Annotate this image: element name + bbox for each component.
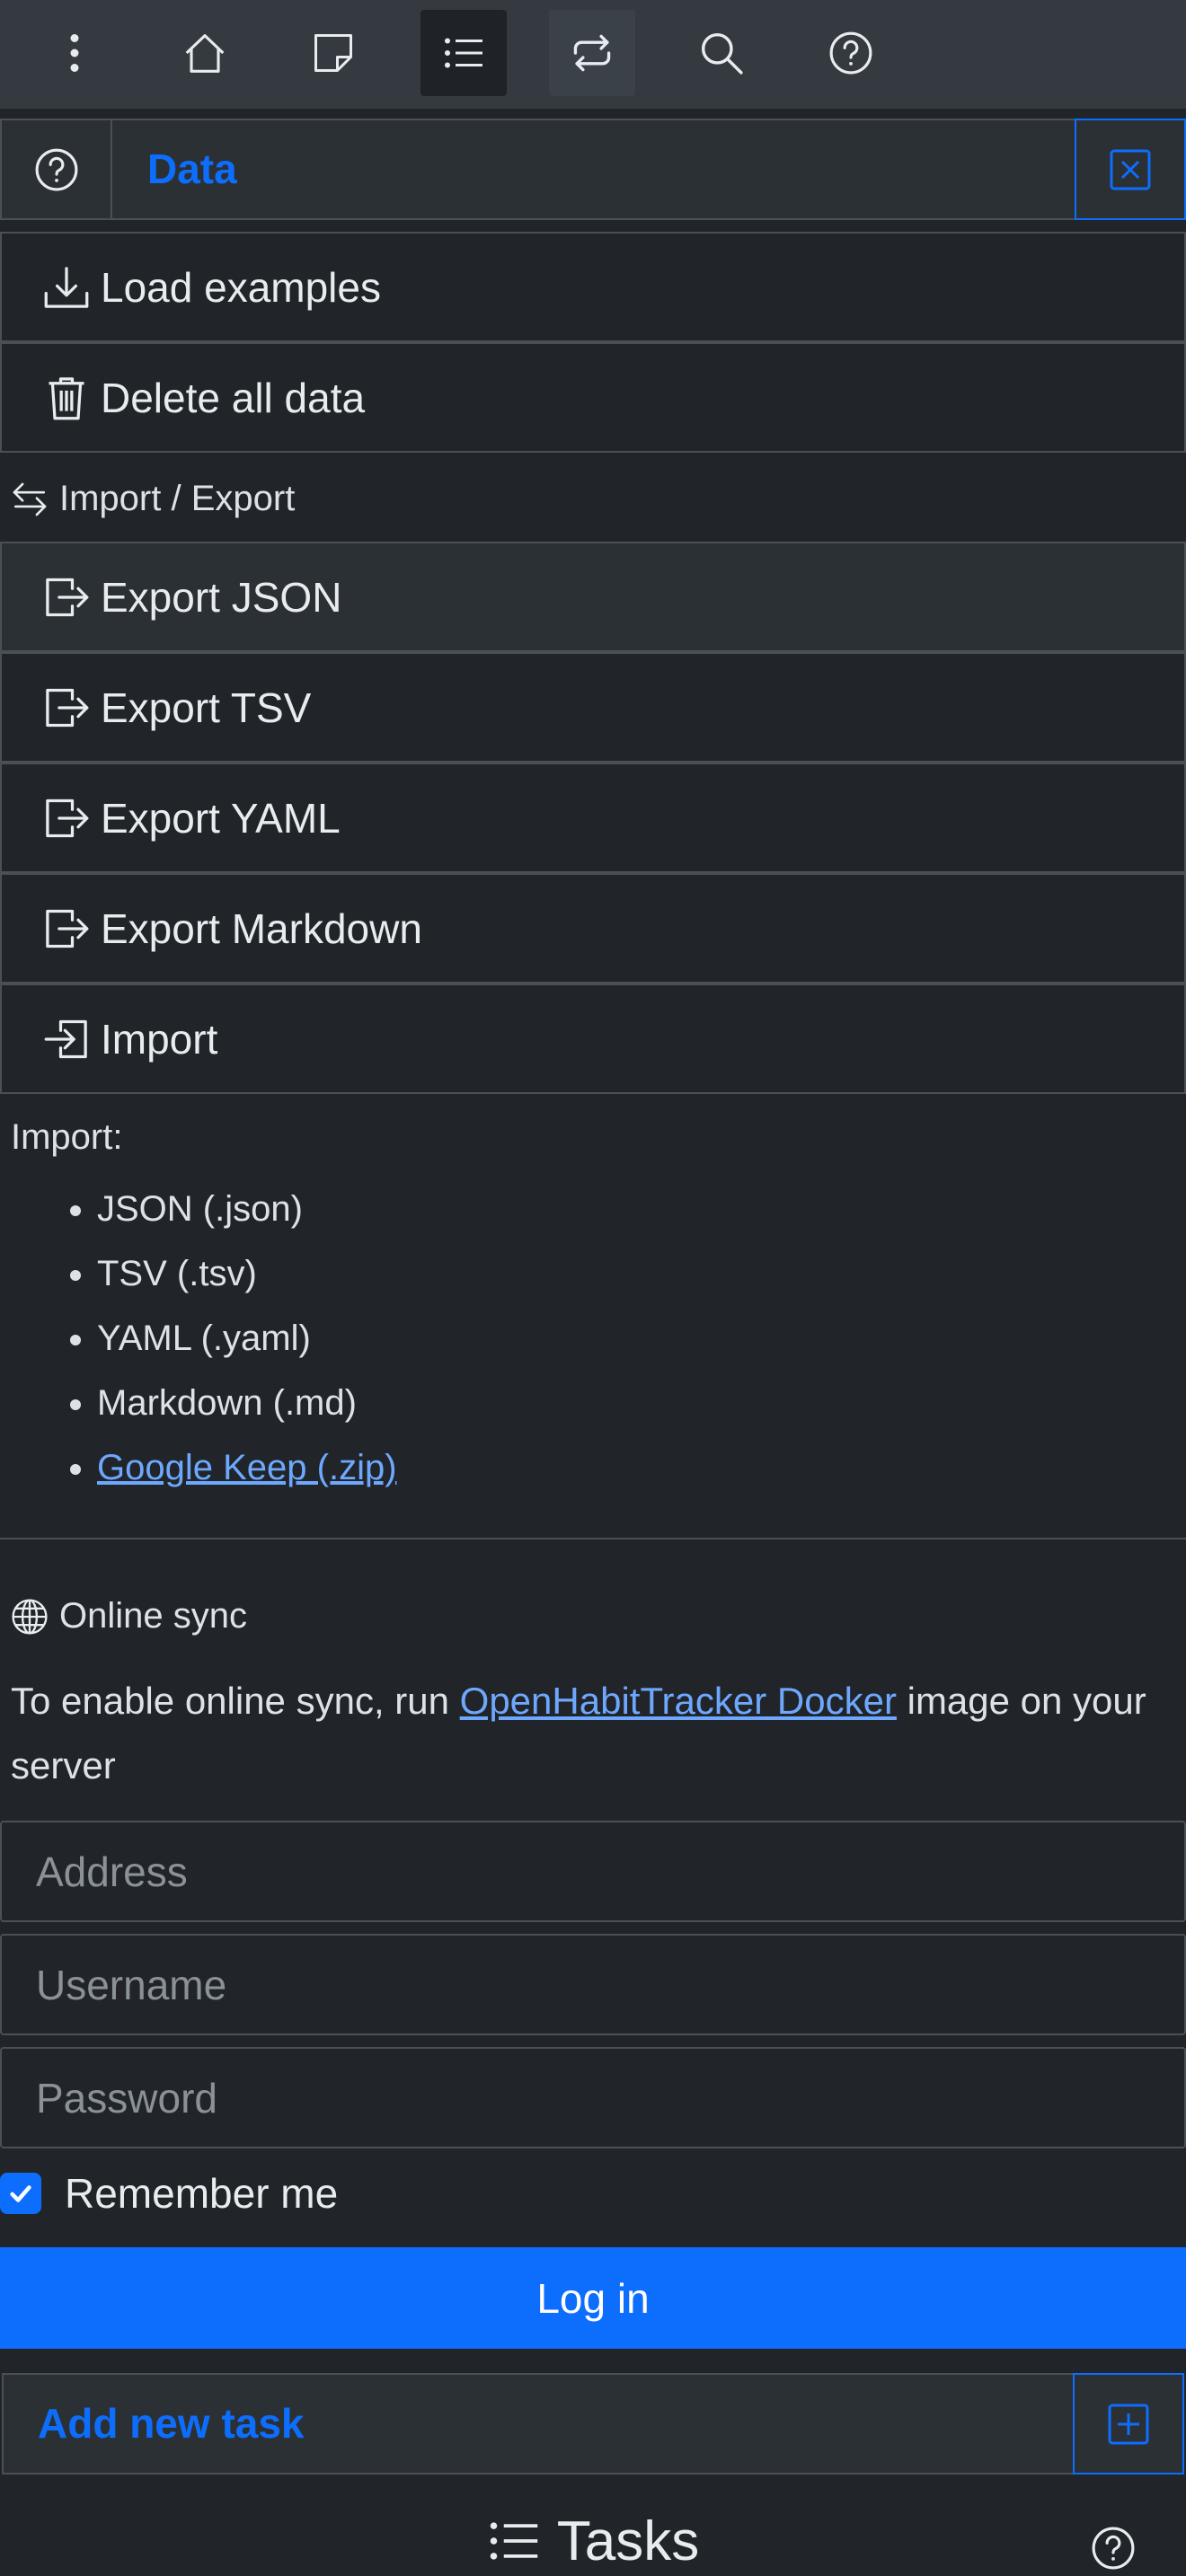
load-examples-label: Load examples bbox=[101, 263, 381, 311]
arrow-left-right-icon bbox=[13, 482, 47, 516]
menu-icon bbox=[70, 34, 79, 72]
login-button[interactable]: Log in bbox=[0, 2247, 1186, 2349]
delete-all-data-label: Delete all data bbox=[101, 374, 366, 421]
sync-text-before: To enable online sync, run bbox=[11, 1680, 460, 1722]
export-tsv-button[interactable]: Export TSV bbox=[0, 652, 1186, 763]
import-export-heading-label: Import / Export bbox=[59, 479, 296, 518]
home-button[interactable] bbox=[162, 10, 248, 96]
tasks-button[interactable] bbox=[420, 10, 507, 96]
list-item: Google Keep (.zip) bbox=[97, 1435, 397, 1500]
import-formats-label: Import: bbox=[11, 1117, 123, 1157]
panel-title: Data bbox=[147, 146, 237, 192]
username-input[interactable] bbox=[0, 1934, 1186, 2035]
import-icon bbox=[44, 1019, 87, 1058]
download-icon bbox=[44, 266, 89, 308]
add-new-task-label[interactable]: Add new task bbox=[38, 2375, 305, 2473]
list-item: TSV (.tsv) bbox=[97, 1241, 397, 1306]
export-icon bbox=[46, 688, 89, 727]
trash-icon bbox=[49, 376, 84, 419]
load-examples-button[interactable]: Load examples bbox=[0, 232, 1186, 342]
export-icon bbox=[46, 578, 89, 616]
sticky-note-icon bbox=[314, 34, 352, 72]
repeat-icon bbox=[573, 34, 611, 72]
export-icon bbox=[46, 798, 89, 837]
list-item: Markdown (.md) bbox=[97, 1371, 397, 1435]
search-icon bbox=[701, 32, 743, 75]
tasks-title: Tasks bbox=[556, 2510, 700, 2572]
list-icon bbox=[490, 2522, 537, 2560]
tasks-heading: Tasks bbox=[0, 2506, 1186, 2576]
top-toolbar bbox=[0, 0, 1186, 109]
list-item: YAML (.yaml) bbox=[97, 1306, 397, 1371]
delete-all-data-button[interactable]: Delete all data bbox=[0, 342, 1186, 453]
export-yaml-button[interactable]: Export YAML bbox=[0, 763, 1186, 873]
online-sync-heading: Online sync bbox=[11, 1596, 247, 1636]
plus-square-icon bbox=[1108, 2404, 1149, 2444]
import-button[interactable]: Import bbox=[0, 984, 1186, 1094]
export-json-label: Export JSON bbox=[101, 573, 342, 621]
export-markdown-button[interactable]: Export Markdown bbox=[0, 873, 1186, 984]
help-button[interactable] bbox=[808, 10, 894, 96]
globe-icon bbox=[12, 1598, 48, 1635]
panel-help-button[interactable] bbox=[2, 120, 112, 218]
export-icon bbox=[46, 909, 89, 948]
help-icon bbox=[829, 31, 872, 75]
export-json-button[interactable]: Export JSON bbox=[0, 542, 1186, 652]
close-icon bbox=[1110, 149, 1151, 190]
docker-image-link[interactable]: OpenHabitTracker Docker bbox=[460, 1680, 897, 1722]
password-input[interactable] bbox=[0, 2047, 1186, 2148]
sync-instructions: To enable online sync, run OpenHabitTrac… bbox=[11, 1669, 1179, 1798]
search-button[interactable] bbox=[678, 10, 765, 96]
import-export-heading: Import / Export bbox=[11, 479, 295, 519]
list-icon bbox=[445, 38, 482, 68]
import-label: Import bbox=[101, 1015, 218, 1063]
remember-me-row: Remember me bbox=[0, 2169, 338, 2218]
section-divider bbox=[0, 1538, 1186, 1539]
add-task-bar: Add new task bbox=[2, 2373, 1184, 2475]
check-icon bbox=[10, 2185, 31, 2202]
export-yaml-label: Export YAML bbox=[101, 794, 341, 842]
google-keep-link[interactable]: Google Keep (.zip) bbox=[97, 1448, 397, 1487]
tasks-help-button[interactable] bbox=[1091, 2526, 1136, 2571]
export-tsv-label: Export TSV bbox=[101, 684, 312, 731]
data-panel-header: Data bbox=[0, 119, 1186, 220]
import-formats-list: JSON (.json) TSV (.tsv) YAML (.yaml) Mar… bbox=[54, 1177, 397, 1500]
menu-button[interactable] bbox=[31, 10, 118, 96]
home-icon bbox=[185, 34, 225, 73]
remember-me-checkbox[interactable] bbox=[0, 2173, 41, 2214]
habits-button[interactable] bbox=[549, 10, 635, 96]
close-panel-button[interactable] bbox=[1075, 119, 1186, 220]
help-icon bbox=[1092, 2527, 1135, 2570]
list-item: JSON (.json) bbox=[97, 1177, 397, 1241]
notes-button[interactable] bbox=[290, 10, 376, 96]
online-sync-heading-label: Online sync bbox=[59, 1596, 247, 1636]
export-markdown-label: Export Markdown bbox=[101, 904, 422, 952]
help-icon bbox=[35, 148, 77, 190]
remember-me-label: Remember me bbox=[65, 2170, 339, 2217]
address-input[interactable] bbox=[0, 1821, 1186, 1922]
add-task-button[interactable] bbox=[1073, 2373, 1184, 2475]
